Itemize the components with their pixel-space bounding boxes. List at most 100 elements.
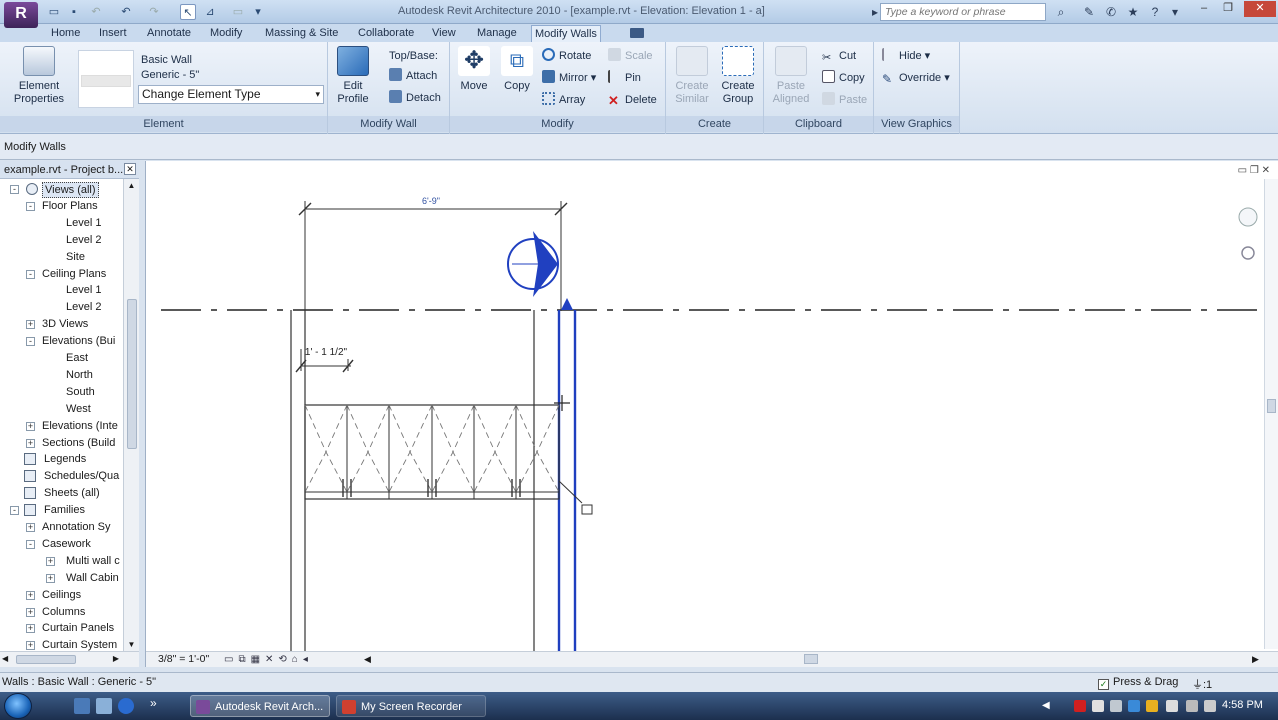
tray-icon-2[interactable] <box>1110 700 1122 712</box>
open-icon[interactable]: ▭ <box>46 4 62 20</box>
browser-hscroll-thumb[interactable] <box>16 655 76 664</box>
copy-button[interactable]: ⧉ Copy <box>498 46 536 93</box>
network-icon[interactable] <box>1166 700 1178 712</box>
filter-indicator[interactable]: ⏚:1 <box>1192 676 1212 692</box>
array-button[interactable]: Array <box>542 92 585 108</box>
hscroll-right-arrow-icon[interactable]: ▶ <box>1252 654 1259 665</box>
press-drag-checkbox[interactable]: ✓ <box>1098 679 1109 690</box>
qat-dropdown-icon[interactable]: ▾ <box>250 4 266 20</box>
windows-start-icon[interactable] <box>4 693 32 719</box>
browser-item[interactable]: - Ceiling Plans <box>0 266 123 283</box>
tab-annotate[interactable]: Annotate <box>144 25 194 42</box>
expand-icon[interactable]: + <box>26 624 35 634</box>
browser-item[interactable]: Schedules/Qua <box>0 468 123 485</box>
minimize-ribbon-icon[interactable] <box>630 28 644 38</box>
expand-icon[interactable]: + <box>26 320 35 330</box>
help-search-input[interactable] <box>880 3 1046 21</box>
detach-button[interactable]: Detach <box>389 90 441 106</box>
browser-item[interactable]: - Casework <box>0 536 123 553</box>
power-icon[interactable] <box>1204 700 1216 712</box>
edit-profile-button[interactable]: Edit Profile <box>332 46 374 106</box>
view-scale[interactable]: 3/8" = 1'-0" <box>158 653 209 665</box>
hide-button[interactable]: Hide ▾ <box>882 48 930 64</box>
tray-icon-red[interactable] <box>1074 700 1086 712</box>
expand-icon[interactable]: + <box>26 641 35 651</box>
browser-item[interactable]: East <box>0 350 123 367</box>
browser-item[interactable]: + Multi wall c <box>0 553 123 570</box>
browser-item[interactable]: Level 2 <box>0 232 123 249</box>
browser-item[interactable]: + Annotation Sy <box>0 519 123 536</box>
lock-icon[interactable] <box>581 504 593 515</box>
pin-button[interactable]: Pin <box>608 70 641 86</box>
cut-button[interactable]: ✂ Cut <box>822 48 856 64</box>
quick-launch-more-icon[interactable]: » <box>150 696 157 710</box>
override-button[interactable]: ✎ Override ▾ <box>882 70 950 86</box>
clipboard-copy-button[interactable]: Copy <box>822 70 865 86</box>
browser-item[interactable]: Legends <box>0 451 123 468</box>
collapse-icon[interactable]: - <box>10 506 19 516</box>
zoom-icon[interactable] <box>1241 246 1255 260</box>
tab-manage[interactable]: Manage <box>474 25 520 42</box>
attach-button[interactable]: Attach <box>389 68 437 84</box>
collapse-icon[interactable]: - <box>26 337 35 347</box>
expand-icon[interactable]: + <box>26 421 35 431</box>
tab-home[interactable]: Home <box>48 25 83 42</box>
view-restore-icon[interactable]: ❐ <box>1250 165 1259 176</box>
task-screen-recorder[interactable]: My Screen Recorder <box>336 695 486 717</box>
expand-icon[interactable]: + <box>46 573 55 583</box>
favorites-star-icon[interactable]: ★ <box>1124 3 1142 21</box>
close-button[interactable]: ✕ <box>1244 1 1276 17</box>
expand-icon[interactable]: + <box>26 523 35 532</box>
elevation-drawing[interactable]: 6'-9" 1' - 1 1/2" <box>146 161 1278 651</box>
expand-icon[interactable]: + <box>46 556 55 566</box>
help-dropdown-icon[interactable]: ▾ <box>1166 3 1184 21</box>
scroll-down-arrow-icon[interactable]: ▼ <box>126 640 137 649</box>
tab-insert[interactable]: Insert <box>96 25 130 42</box>
steering-wheel-icon[interactable] <box>1238 207 1258 227</box>
view-control-icons[interactable]: ▭⧉▦✕⟲⌂◂ <box>224 654 313 665</box>
collapse-icon[interactable]: - <box>26 269 35 279</box>
scroll-up-arrow-icon[interactable]: ▲ <box>126 181 137 190</box>
tray-icon-3[interactable] <box>1128 700 1140 712</box>
close-icon[interactable]: ✕ <box>124 163 136 175</box>
subscription-icon[interactable]: ✎ <box>1080 3 1098 21</box>
drawing-hscroll-thumb[interactable] <box>804 654 818 664</box>
browser-item[interactable]: + Columns <box>0 604 123 621</box>
tray-expand-icon[interactable]: ◀ <box>1042 700 1054 712</box>
select-cursor-icon[interactable]: ↖ <box>180 4 196 20</box>
change-element-type-dropdown[interactable]: Change Element Type ▾ <box>138 85 324 104</box>
level-head-icon[interactable] <box>561 298 573 310</box>
tag-icon[interactable]: ▭ <box>230 4 246 20</box>
browser-vertical-scrollbar[interactable]: ▲ ▼ <box>123 179 139 651</box>
help-icon[interactable]: ? <box>1146 3 1164 21</box>
tab-view[interactable]: View <box>429 25 459 42</box>
browser-item[interactable]: - Families <box>0 502 123 519</box>
save-icon[interactable]: ▪ <box>66 4 82 20</box>
scale-button[interactable]: Scale <box>608 48 653 64</box>
tab-modify-walls[interactable]: Modify Walls <box>531 25 601 42</box>
side-dimension-text[interactable]: 1' - 1 1/2" <box>305 347 348 358</box>
binoculars-icon[interactable]: ⌕ <box>1052 3 1070 21</box>
delete-button[interactable]: ✕ Delete <box>608 92 657 108</box>
top-dimension-text[interactable]: 6'-9" <box>422 196 440 206</box>
browser-item[interactable]: Level 1 <box>0 215 123 232</box>
browser-item[interactable]: + Elevations (Inte <box>0 418 123 435</box>
drawing-vertical-scrollbar[interactable] <box>1264 179 1278 649</box>
internet-explorer-icon[interactable] <box>118 698 134 714</box>
browser-item[interactable]: West <box>0 401 123 418</box>
tray-icon-1[interactable] <box>1092 700 1104 712</box>
scroll-right-arrow-icon[interactable]: ▶ <box>113 654 119 663</box>
collapse-icon[interactable]: - <box>26 539 35 549</box>
browser-horizontal-scrollbar[interactable]: ◀ ▶ <box>0 651 139 667</box>
element-properties-button[interactable]: Element Properties <box>6 46 72 106</box>
browser-item[interactable]: + Ceilings <box>0 587 123 604</box>
browser-item[interactable]: - Floor Plans <box>0 198 123 215</box>
switch-windows-icon[interactable] <box>96 698 112 714</box>
tab-modify[interactable]: Modify <box>207 25 245 42</box>
browser-item[interactable]: Site <box>0 249 123 266</box>
redo-icon[interactable]: ↷ <box>146 4 162 20</box>
move-button[interactable]: ✥ Move <box>454 46 494 93</box>
expand-icon[interactable]: + <box>26 438 35 448</box>
scroll-left-arrow-icon[interactable]: ◀ <box>2 654 8 663</box>
application-menu-button[interactable]: R <box>4 2 38 28</box>
